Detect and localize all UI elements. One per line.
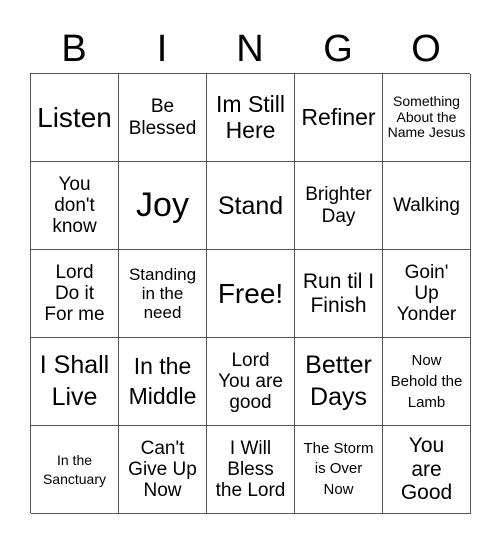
bingo-cell[interactable]: Im Still Here <box>207 74 295 162</box>
bingo-cell[interactable]: Standing in the need <box>119 250 207 338</box>
bingo-cell[interactable]: Can't Give Up Now <box>119 426 207 514</box>
bingo-cell[interactable]: In the Sanctuary <box>31 426 119 514</box>
bingo-cell[interactable]: Refiner <box>295 74 383 162</box>
free-space[interactable]: Free! <box>207 250 295 338</box>
bingo-cell[interactable]: Be Blessed <box>119 74 207 162</box>
bingo-cell[interactable]: Lord You are good <box>207 338 295 426</box>
header-letter-o: O <box>411 28 441 70</box>
header-letter-i: I <box>156 28 168 70</box>
bingo-header: B I N G O <box>30 26 470 72</box>
bingo-cell[interactable]: I Shall Live <box>31 338 119 426</box>
bingo-cell[interactable]: You don't know <box>31 162 119 250</box>
bingo-cell[interactable]: Walking <box>383 162 471 250</box>
bingo-cell[interactable]: Better Days <box>295 338 383 426</box>
bingo-card: Listen Be Blessed Im Still Here Refiner … <box>30 73 471 514</box>
header-letter-b: B <box>61 28 87 70</box>
header-letter-g: G <box>323 28 353 70</box>
bingo-cell[interactable]: Goin' Up Yonder <box>383 250 471 338</box>
bingo-cell[interactable]: Run til I Finish <box>295 250 383 338</box>
bingo-cell[interactable]: Now Behold the Lamb <box>383 338 471 426</box>
bingo-cell[interactable]: Something About the Name Jesus <box>383 74 471 162</box>
bingo-cell[interactable]: Listen <box>31 74 119 162</box>
header-letter-n: N <box>236 28 264 70</box>
bingo-cell[interactable]: I Will Bless the Lord <box>207 426 295 514</box>
bingo-cell[interactable]: Joy <box>119 162 207 250</box>
bingo-cell[interactable]: Brighter Day <box>295 162 383 250</box>
bingo-cell[interactable]: In the Middle <box>119 338 207 426</box>
bingo-cell[interactable]: The Storm is Over Now <box>295 426 383 514</box>
bingo-cell[interactable]: Lord Do it For me <box>31 250 119 338</box>
bingo-cell[interactable]: Stand <box>207 162 295 250</box>
bingo-cell[interactable]: You are Good <box>383 426 471 514</box>
